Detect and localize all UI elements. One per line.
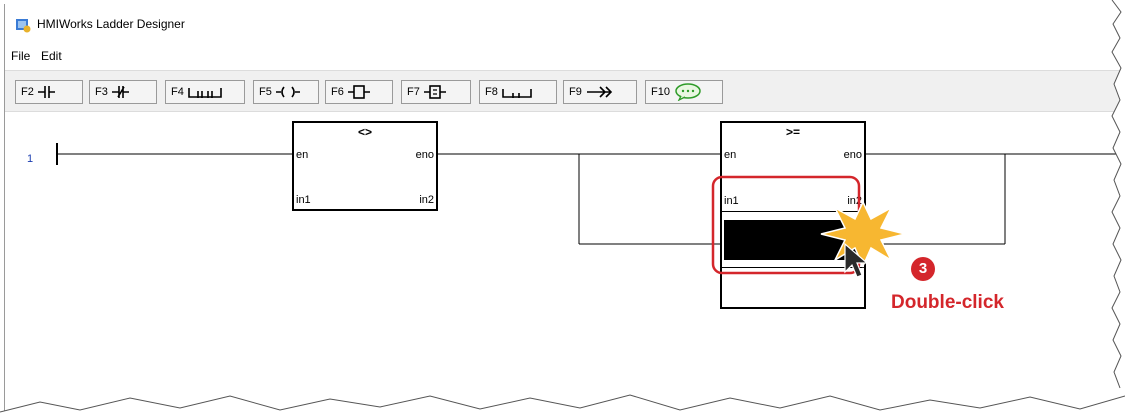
- double-click-label: Double-click: [891, 292, 1004, 313]
- f6-key-label: F6: [331, 86, 344, 98]
- f3-contact-button[interactable]: F3: [89, 80, 157, 104]
- menu-edit[interactable]: Edit: [41, 49, 62, 63]
- f7-key-label: F7: [407, 86, 420, 98]
- step-badge: 3: [911, 257, 935, 281]
- normally-closed-contact-icon: [111, 86, 129, 98]
- f4-parallel-button[interactable]: F4: [165, 80, 245, 104]
- toolbar: F2 F3 F4 F5 F6 F7 F8 F9 F10: [5, 70, 1121, 112]
- branch-icon: [502, 89, 532, 98]
- f3-key-label: F3: [95, 86, 108, 98]
- click-burst-icon: [820, 200, 906, 268]
- f4-key-label: F4: [171, 86, 184, 98]
- f10-comment-button[interactable]: F10: [645, 80, 723, 104]
- f9-key-label: F9: [569, 86, 582, 98]
- normally-open-contact-icon: [37, 86, 55, 98]
- window-title: HMIWorks Ladder Designer: [37, 17, 185, 31]
- f5-coil-button[interactable]: F5: [253, 80, 319, 104]
- f5-key-label: F5: [259, 86, 272, 98]
- f2-key-label: F2: [21, 86, 34, 98]
- callout-overlay: [711, 175, 906, 278]
- f8-branch-button[interactable]: F8: [479, 80, 557, 104]
- jump-arrow-icon: [586, 86, 612, 98]
- f8-key-label: F8: [485, 86, 498, 98]
- app-window: HMIWorks Ladder Designer File Edit F2 F3…: [4, 4, 1121, 414]
- output-coil-icon: [275, 86, 300, 98]
- f7-function-block-button[interactable]: F7: [401, 80, 471, 104]
- comment-bubble-icon: [675, 83, 701, 101]
- f10-key-label: F10: [651, 86, 670, 98]
- app-icon: [16, 19, 31, 33]
- title-bar: HMIWorks Ladder Designer: [5, 4, 1121, 40]
- function-block-icon: [347, 85, 370, 99]
- f2-contact-button[interactable]: F2: [15, 80, 83, 104]
- parallel-contact-icon: [188, 88, 222, 98]
- menu-file[interactable]: File: [11, 49, 30, 63]
- f9-jump-button[interactable]: F9: [563, 80, 637, 104]
- menu-bar: File Edit: [5, 46, 1121, 66]
- function-block-alt-icon: [423, 85, 446, 99]
- ladder-canvas[interactable]: 1 <> en eno in1 in2 >= en eno in1 in2 3 …: [5, 116, 1121, 414]
- f6-function-block-button[interactable]: F6: [325, 80, 393, 104]
